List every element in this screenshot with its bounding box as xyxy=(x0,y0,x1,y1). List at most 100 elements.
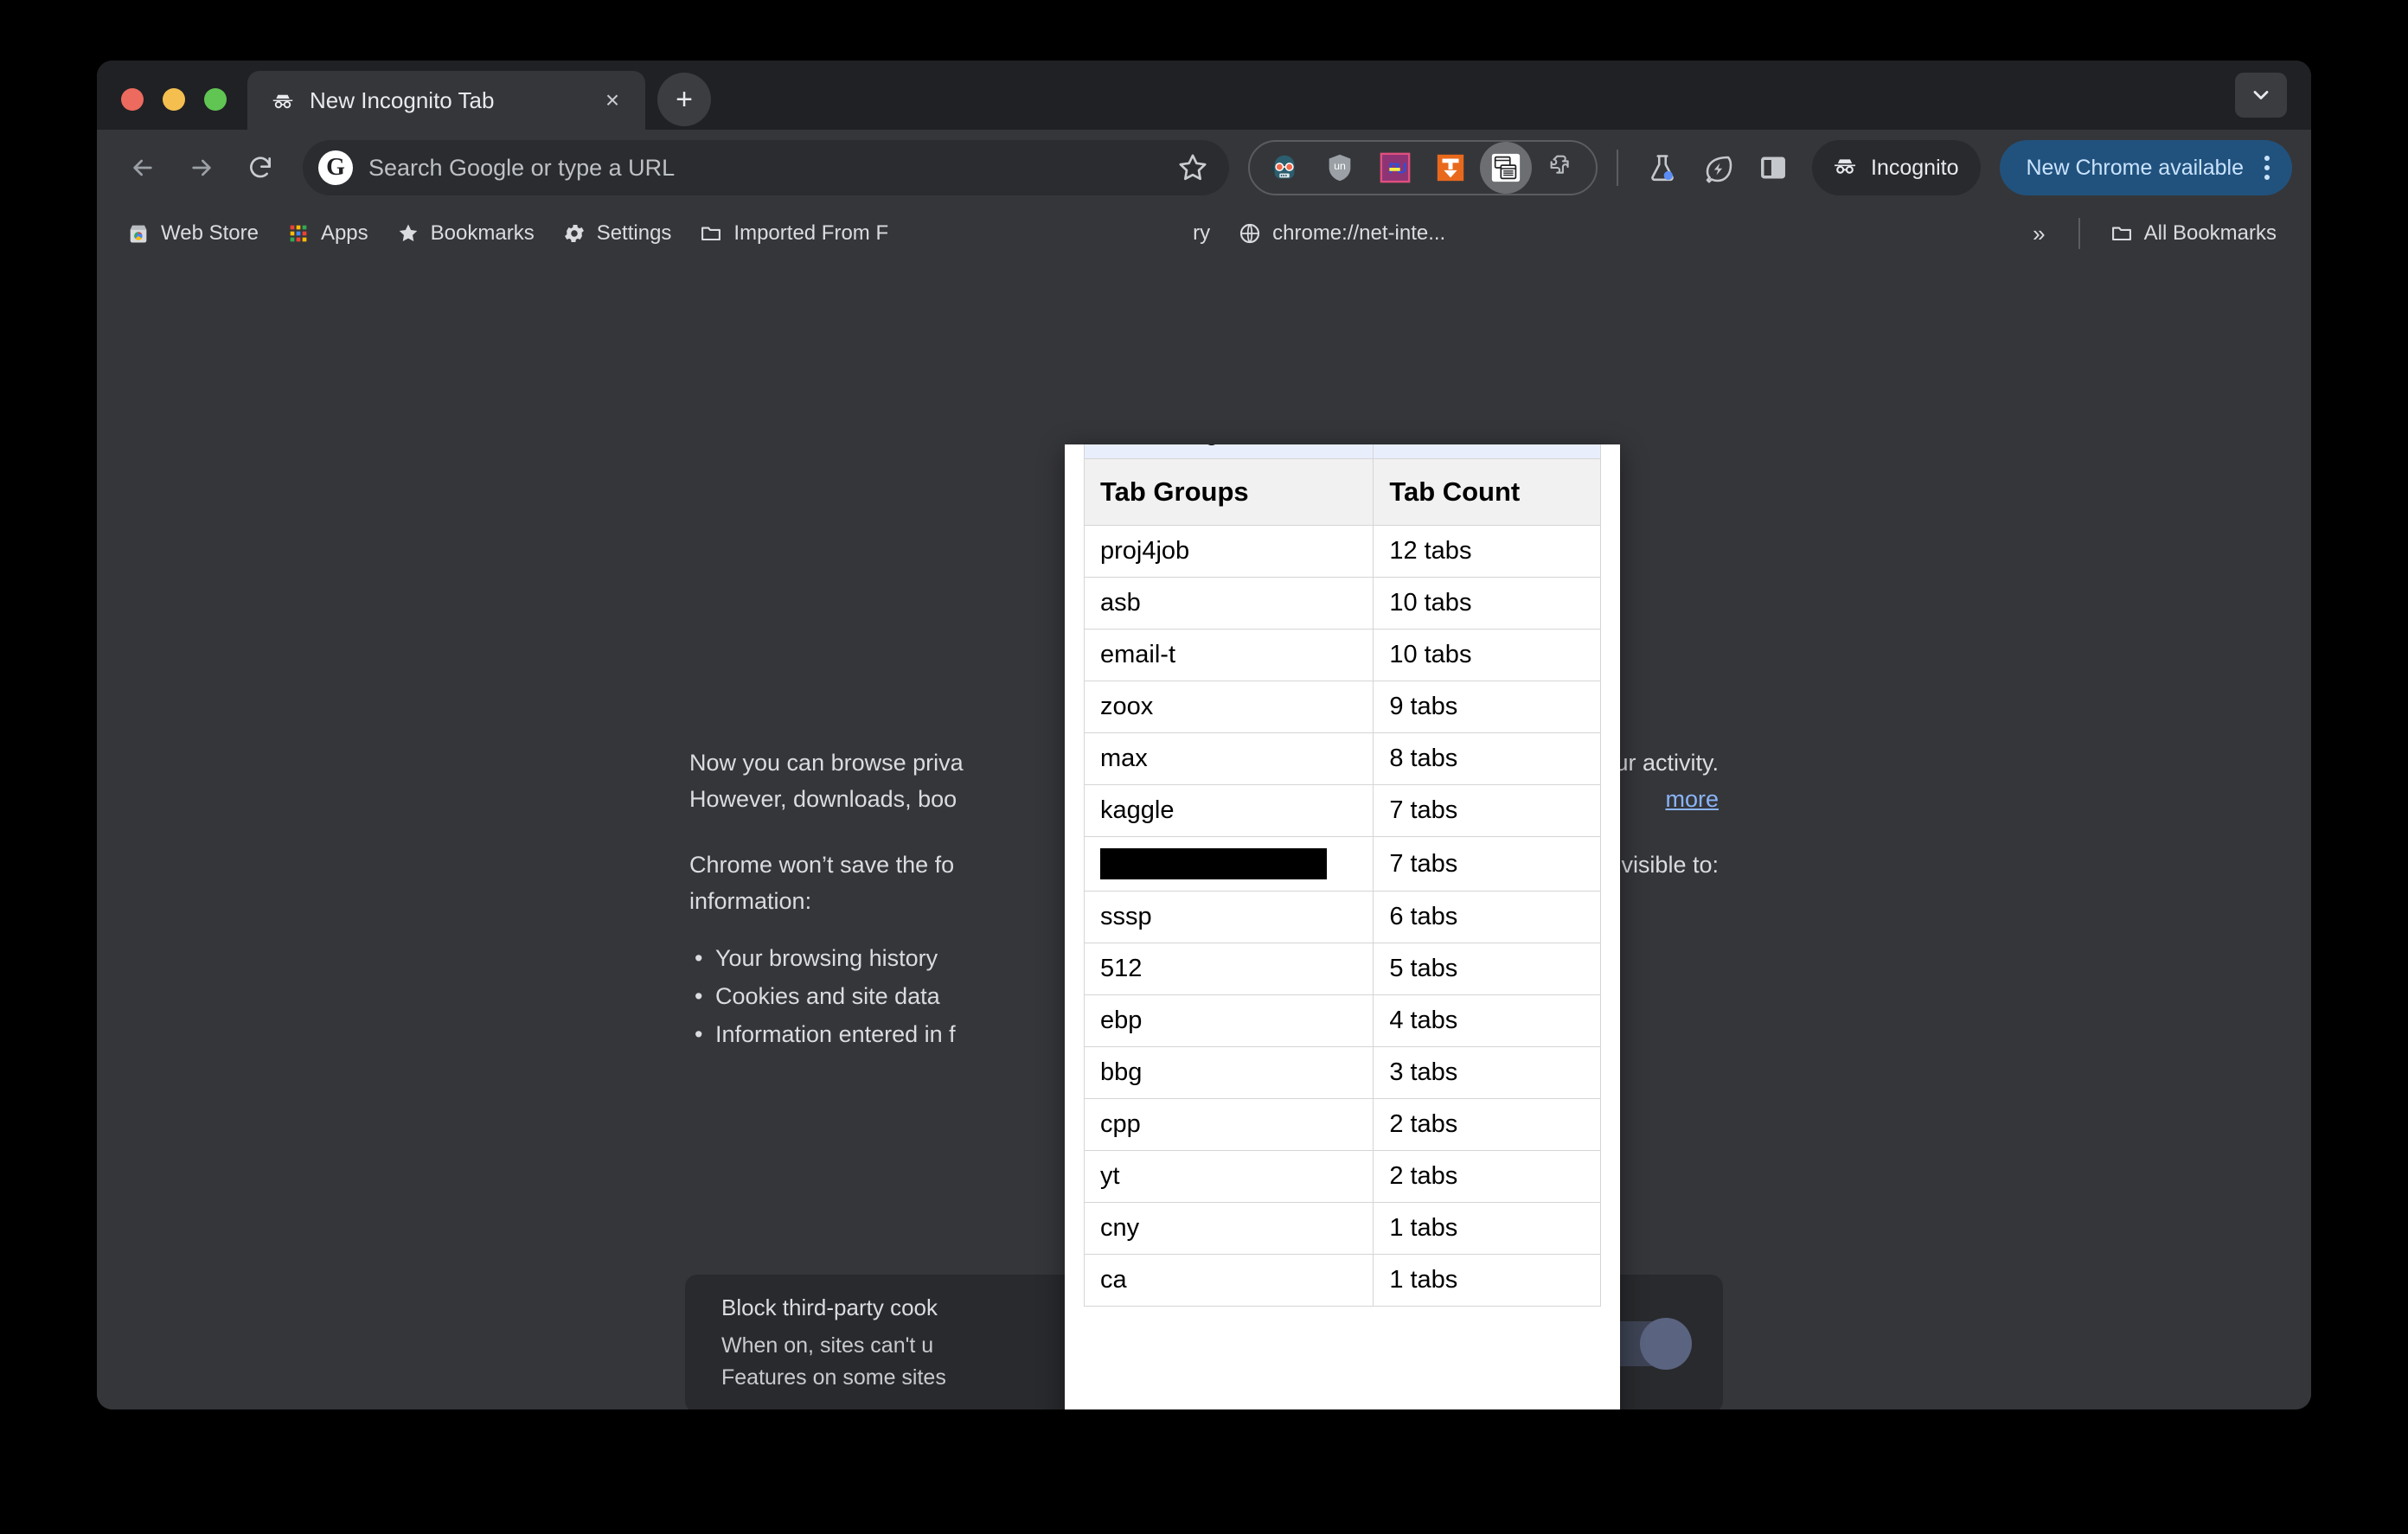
address-bar[interactable]: G Search Google or type a URL xyxy=(303,140,1230,195)
table-row[interactable]: max 8 tabs xyxy=(1083,732,1601,785)
all-bookmarks-label: All Bookmarks xyxy=(2143,221,2277,245)
table-row[interactable]: bbg 3 tabs xyxy=(1083,1046,1601,1099)
side-panel-icon[interactable] xyxy=(1748,143,1798,193)
browser-window: New Incognito Tab × + G Search Google or… xyxy=(97,61,2311,1409)
ntp-p4-left: information: xyxy=(689,887,812,914)
table-header-row: Tab Groups Tab Count xyxy=(1083,458,1601,526)
table-row[interactable]: zoox 9 tabs xyxy=(1083,681,1601,733)
minimize-window-button[interactable] xyxy=(163,88,185,111)
tab-strip: New Incognito Tab × + xyxy=(97,61,2311,130)
group-count: 4 tabs xyxy=(1373,994,1601,1047)
reload-button[interactable] xyxy=(234,141,287,195)
bookmark-chrome-net-internals[interactable]: chrome://net-inte... xyxy=(1226,212,1457,255)
group-name: 512 xyxy=(1083,943,1374,995)
group-count: 2 tabs xyxy=(1373,1098,1601,1151)
extensions-puzzle-icon[interactable] xyxy=(1535,142,1587,194)
ublock-origin-icon[interactable]: un xyxy=(1314,142,1366,194)
table-row[interactable]: ebp 4 tabs xyxy=(1083,994,1601,1047)
ntp-p3-left: Chrome won’t save the fo xyxy=(689,851,955,878)
table-row[interactable]: 512 5 tabs xyxy=(1083,943,1601,995)
maximize-window-button[interactable] xyxy=(204,88,227,111)
popup-scroll-area[interactable]: New Incognito Tab 1 tabs Tab Groups Tab … xyxy=(1083,444,1601,1307)
tab-groups-table: New Incognito Tab 1 tabs Tab Groups Tab … xyxy=(1083,444,1601,1307)
kebab-menu-icon[interactable] xyxy=(2258,156,2277,180)
group-count: 10 tabs xyxy=(1373,577,1601,630)
new-tab-button[interactable]: + xyxy=(657,73,711,126)
group-count: 9 tabs xyxy=(1373,681,1601,733)
table-row[interactable]: 7 tabs xyxy=(1083,836,1601,892)
bookmark-label: Bookmarks xyxy=(430,221,535,245)
group-count: 7 tabs xyxy=(1373,784,1601,837)
tab-manager-popup[interactable]: New Incognito Tab 1 tabs Tab Groups Tab … xyxy=(1065,444,1620,1409)
bookmark-imported-from-f[interactable]: Imported From F xyxy=(687,212,900,255)
bookmark-label: Settings xyxy=(596,221,672,245)
forward-button[interactable] xyxy=(175,141,228,195)
bookmark-web-store[interactable]: Web Store xyxy=(114,212,271,255)
profile-incognito-chip[interactable]: Incognito xyxy=(1812,140,1982,195)
bookmark-label: Web Store xyxy=(161,221,259,245)
bookmark-label: Apps xyxy=(320,221,368,245)
gear-icon xyxy=(562,221,586,246)
update-label: New Chrome available xyxy=(2026,155,2244,180)
table-row[interactable]: cpp 2 tabs xyxy=(1083,1098,1601,1151)
bookmark-ry[interactable]: ry xyxy=(1181,212,1222,255)
bookmarks-overflow-button[interactable]: » xyxy=(2017,221,2060,247)
chevron-down-icon[interactable] xyxy=(2235,73,2287,118)
redaction-bar xyxy=(1100,848,1327,879)
group-name: cpp xyxy=(1083,1098,1374,1151)
goggles-extension-icon[interactable] xyxy=(1258,142,1310,194)
bookmark-bookmarks[interactable]: Bookmarks xyxy=(384,212,547,255)
bookmark-label: Imported From F xyxy=(733,221,889,245)
close-window-button[interactable] xyxy=(121,88,144,111)
incognito-new-tab-page: Now you can browse priva see your activi… xyxy=(97,261,2311,1409)
bookmark-settings[interactable]: Settings xyxy=(550,212,684,255)
group-name: proj4job xyxy=(1083,525,1374,578)
search-input[interactable]: Search Google or type a URL xyxy=(368,155,1175,182)
star-icon xyxy=(396,221,420,246)
table-body: New Incognito Tab 1 tabs Tab Groups Tab … xyxy=(1083,444,1601,1307)
performance-leaf-icon[interactable] xyxy=(1693,143,1743,193)
group-name: zoox xyxy=(1083,681,1374,733)
incognito-icon xyxy=(270,87,296,113)
close-icon[interactable]: × xyxy=(595,83,630,118)
group-name: sssp xyxy=(1083,891,1374,943)
group-count: 7 tabs xyxy=(1373,836,1601,892)
group-count: 8 tabs xyxy=(1373,732,1601,785)
tab-title: New Incognito Tab xyxy=(310,86,495,113)
bookmark-star-icon[interactable] xyxy=(1175,150,1210,185)
table-row[interactable]: yt 2 tabs xyxy=(1083,1150,1601,1203)
group-count: 3 tabs xyxy=(1373,1046,1601,1099)
group-count: 12 tabs xyxy=(1373,525,1601,578)
bookmark-apps[interactable]: Apps xyxy=(274,212,381,255)
all-bookmarks-button[interactable]: All Bookmarks xyxy=(2097,212,2289,255)
table-row[interactable]: sssp 6 tabs xyxy=(1083,891,1601,943)
bookmark-label: ry xyxy=(1193,221,1211,245)
turbo-download-icon[interactable] xyxy=(1425,142,1476,194)
bookmark-label: chrome://net-inte... xyxy=(1272,221,1446,245)
table-row[interactable]: email-t 10 tabs xyxy=(1083,629,1601,681)
header-tab-count: Tab Count xyxy=(1373,458,1601,526)
tab-manager-icon[interactable] xyxy=(1480,142,1533,194)
group-count: 6 tabs xyxy=(1373,891,1601,943)
group-count: 1 tabs xyxy=(1373,1202,1601,1255)
tab-new-incognito-tab[interactable]: New Incognito Tab × xyxy=(247,71,645,130)
group-name-redacted xyxy=(1083,836,1374,892)
group-name: ebp xyxy=(1083,994,1374,1047)
learn-more-link[interactable]: more xyxy=(1665,782,1719,818)
flask-experiments-icon[interactable] xyxy=(1637,143,1688,193)
table-row[interactable]: proj4job 12 tabs xyxy=(1083,525,1601,578)
table-row[interactable]: ca 1 tabs xyxy=(1083,1254,1601,1307)
privacy-udacity-icon[interactable]: P U xyxy=(1369,142,1421,194)
toolbar-divider xyxy=(1617,150,1619,186)
globe-icon xyxy=(1238,221,1262,246)
back-button[interactable] xyxy=(116,141,170,195)
table-row[interactable]: cny 1 tabs xyxy=(1083,1202,1601,1255)
table-row[interactable]: kaggle 7 tabs xyxy=(1083,784,1601,837)
new-chrome-available-button[interactable]: New Chrome available xyxy=(2000,140,2292,195)
group-count: 2 tabs xyxy=(1373,1150,1601,1203)
bookmarks-divider xyxy=(2078,218,2080,249)
ntp-p1-left: Now you can browse priva xyxy=(689,750,964,776)
group-name: email-t xyxy=(1083,629,1374,681)
table-row-current-tab[interactable]: New Incognito Tab 1 tabs xyxy=(1083,444,1601,459)
table-row[interactable]: asb 10 tabs xyxy=(1083,577,1601,630)
